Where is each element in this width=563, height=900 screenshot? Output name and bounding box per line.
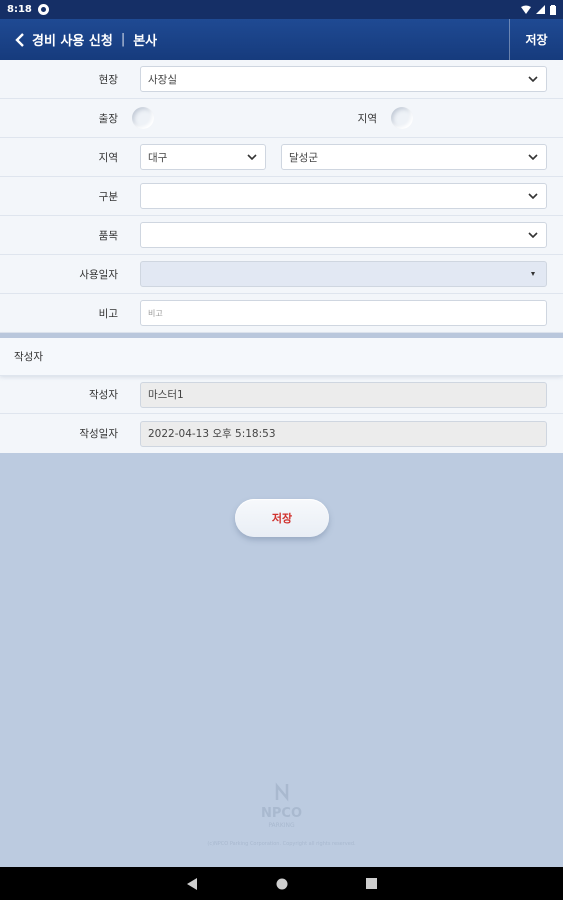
region-row: 지역 대구 달성군	[0, 138, 563, 177]
app-bar: 경비 사용 신청 | 본사 저장	[0, 19, 563, 60]
author-section-heading: 작성자	[0, 333, 563, 375]
watermark-logo-text: NPCO	[261, 806, 302, 821]
note-row: 비고 비고	[0, 294, 563, 333]
chevron-down-icon	[246, 151, 258, 163]
back-arrow-icon	[15, 32, 24, 47]
region-city-value: 대구	[148, 151, 168, 164]
site-row: 현장 사장실	[0, 60, 563, 99]
note-label: 비고	[98, 307, 118, 320]
item-select[interactable]	[140, 222, 547, 248]
category-row: 구분	[0, 177, 563, 216]
battery-icon	[550, 4, 556, 15]
caret-down-icon	[527, 268, 539, 280]
trip-label: 출장	[98, 112, 118, 125]
site-value: 사장실	[148, 73, 177, 86]
region-radio-label: 지역	[357, 112, 377, 125]
nav-recents-icon[interactable]	[365, 878, 377, 889]
signal-icon	[536, 5, 545, 14]
header-save-button[interactable]: 저장	[509, 19, 563, 60]
created-date-field: 2022-04-13 오후 5:18:53	[140, 420, 547, 447]
page-subtitle: 본사	[133, 34, 158, 49]
created-date-value: 2022-04-13 오후 5:18:53	[148, 428, 276, 440]
app-notification-icon	[37, 4, 49, 15]
created-date-label: 작성일자	[79, 428, 118, 440]
page-title-text: 경비 사용 신청	[32, 34, 113, 49]
author-label: 작성자	[89, 389, 118, 401]
author-value: 마스터1	[148, 389, 184, 401]
wifi-icon	[521, 5, 531, 14]
item-label: 품목	[98, 229, 118, 242]
region-city-select[interactable]: 대구	[140, 144, 266, 170]
site-label: 현장	[98, 73, 118, 86]
use-date-label: 사용일자	[79, 268, 118, 281]
category-select[interactable]	[140, 183, 547, 209]
nav-back-icon[interactable]	[186, 877, 198, 890]
trip-region-row: 출장 지역	[0, 99, 563, 138]
save-button[interactable]: 저장	[235, 499, 329, 537]
region-label: 지역	[98, 151, 118, 164]
note-placeholder: 비고	[148, 308, 163, 318]
chevron-down-icon	[527, 190, 539, 202]
region-district-select[interactable]: 달성군	[281, 144, 547, 170]
category-label: 구분	[98, 190, 118, 203]
status-icons	[521, 4, 556, 15]
page-title: 경비 사용 신청 | 본사	[32, 30, 157, 49]
site-select[interactable]: 사장실	[140, 66, 547, 92]
author-field: 마스터1	[140, 381, 547, 408]
title-separator: |	[120, 32, 126, 47]
trip-radio[interactable]	[132, 107, 154, 129]
watermark-copyright: (c)NPCO Parking Corporation. Copyright a…	[207, 841, 356, 847]
status-bar: 8:18	[0, 0, 563, 19]
item-row: 품목	[0, 216, 563, 255]
region-district-value: 달성군	[289, 151, 318, 164]
watermark-logo-sub: PARKING	[268, 822, 295, 829]
author-row: 작성자 마스터1	[0, 375, 563, 414]
status-time: 8:18	[7, 4, 32, 15]
nav-home-icon[interactable]	[276, 878, 288, 890]
company-watermark: NPCO PARKING (c)NPCO Parking Corporation…	[0, 782, 563, 847]
back-button[interactable]	[8, 19, 32, 60]
use-date-picker[interactable]	[140, 261, 547, 287]
system-nav-bar	[0, 867, 563, 900]
created-date-row: 작성일자 2022-04-13 오후 5:18:53	[0, 414, 563, 453]
region-radio[interactable]	[391, 107, 413, 129]
chevron-down-icon	[527, 151, 539, 163]
expense-form: 현장 사장실 출장 지역 지역 대구 달성군 구분 품목 사용일자 비고 비고 …	[0, 60, 563, 453]
chevron-down-icon	[527, 229, 539, 241]
npco-logo-icon	[0, 782, 563, 806]
chevron-down-icon	[527, 73, 539, 85]
use-date-row: 사용일자	[0, 255, 563, 294]
note-input[interactable]: 비고	[140, 300, 547, 326]
